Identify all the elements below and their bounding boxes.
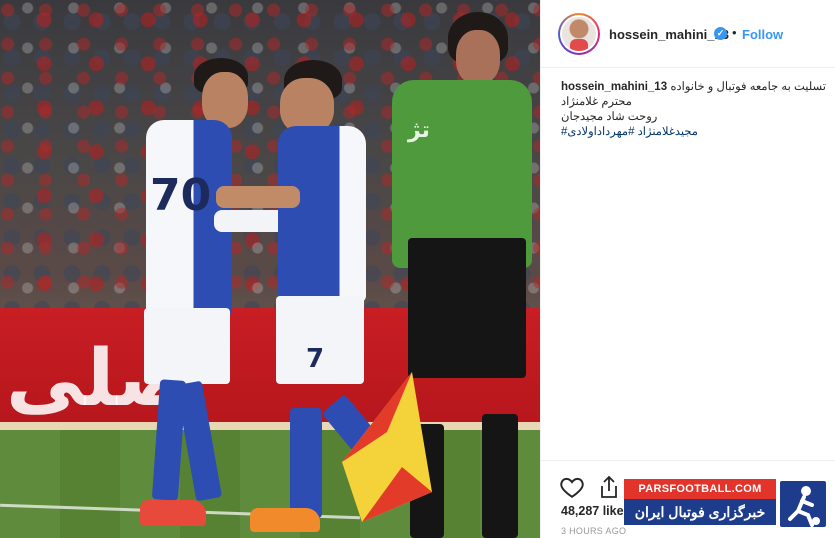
post-photo[interactable]: صلى 70 7 تژ [0, 0, 540, 538]
caption-hashtags[interactable]: مجیدغلامنژاد #مهرداداولادی# [561, 125, 826, 140]
caption-line-3: روحت شاد مجیدجان [561, 111, 658, 123]
caption-line-2: محترم غلامنژاد [561, 96, 632, 108]
post-header: hossein_mahini_13 ✓ • Follow [541, 0, 835, 68]
watermark-bottom-text: خبرگزاری فوتبال ایران [624, 499, 776, 525]
heart-icon[interactable] [559, 474, 585, 500]
assistant-referee-flag [332, 372, 442, 527]
header-separator: • [732, 25, 737, 40]
username-link[interactable]: hossein_mahini_13 [609, 27, 729, 42]
football-player-logo-icon [778, 479, 828, 529]
follow-button[interactable]: Follow [742, 27, 783, 42]
like-count[interactable]: 48,287 like [561, 504, 624, 518]
post-timestamp[interactable]: 3 HOURS AGO [561, 526, 626, 536]
avatar[interactable] [558, 13, 600, 55]
watermark-top-text: PARSFOOTBALL.COM [624, 479, 776, 499]
verified-badge-icon: ✓ [714, 27, 727, 40]
profile-picture [562, 17, 596, 51]
left-jersey-number: 70 [150, 170, 212, 221]
right-jersey-number: 7 [306, 344, 325, 374]
share-icon[interactable] [597, 474, 621, 500]
caption-username[interactable]: hossein_mahini_13 [561, 80, 667, 95]
post-caption: hossein_mahini_13 تسلیت به جامعه فوتبال … [561, 80, 826, 140]
parsfootball-watermark: PARSFOOTBALL.COM خبرگزاری فوتبال ایران [624, 479, 830, 531]
referee-shirt-text: تژ [408, 118, 430, 143]
caption-line-1: تسلیت به جامعه فوتبال و خانواده [670, 81, 826, 93]
post-sidebar: hossein_mahini_13 ✓ • Follow hossein_mah… [540, 0, 835, 538]
